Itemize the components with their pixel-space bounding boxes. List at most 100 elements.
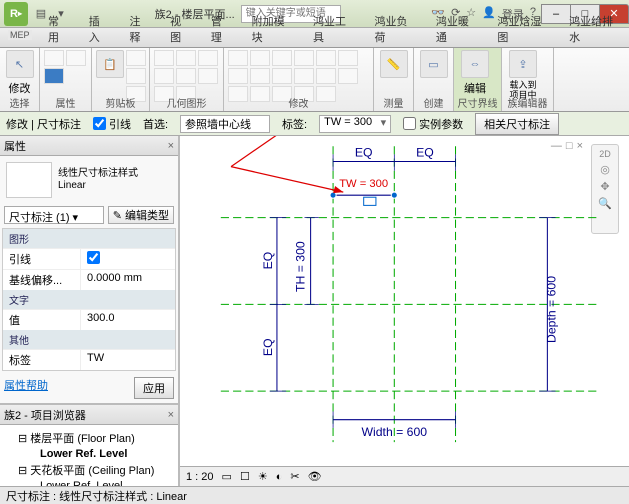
tab-hy-plumb[interactable]: 鸿业给排水: [561, 11, 629, 47]
app-menu-button[interactable]: R▸: [4, 2, 28, 26]
paste-icon: 📋: [96, 50, 124, 78]
geom-b1[interactable]: [176, 50, 196, 66]
tab-addins[interactable]: 附加模块: [244, 11, 301, 47]
pref-select[interactable]: 参照墙中心线: [180, 115, 270, 133]
rotate-icon[interactable]: [272, 50, 292, 66]
witness-icon: ⇔: [461, 50, 489, 78]
scale-label[interactable]: 1 : 20: [186, 471, 214, 483]
tab-hy-hvac[interactable]: 鸿业暖通: [428, 11, 485, 47]
drawing-canvas[interactable]: — □ × 2D ◎ ✥ 🔍 EQ EQ: [180, 136, 629, 486]
align-icon[interactable]: [228, 50, 248, 66]
svg-text:TH = 300: TH = 300: [293, 241, 307, 292]
copy-mod-icon[interactable]: [250, 68, 270, 84]
cope-icon[interactable]: [154, 50, 174, 66]
pin-icon[interactable]: [294, 68, 314, 84]
lock-icon[interactable]: [364, 197, 376, 205]
detail-level-icon[interactable]: ▭: [222, 470, 232, 483]
tab-manage[interactable]: 管理: [203, 11, 240, 47]
geom-b2[interactable]: [176, 68, 196, 84]
tab-home[interactable]: 常用: [40, 11, 77, 47]
canvas-svg: EQ EQ TW = 300 EQ EQ: [180, 136, 629, 473]
sun-path-icon[interactable]: ☀: [258, 470, 268, 483]
props-icon[interactable]: [44, 50, 64, 66]
group-other[interactable]: 其他: [3, 330, 175, 349]
shadows-icon[interactable]: ◐: [276, 471, 283, 483]
mod-e1[interactable]: [316, 50, 336, 66]
copy-icon[interactable]: [126, 68, 146, 84]
paste-button[interactable]: 📋: [96, 50, 124, 78]
load-icon: ⇪: [509, 50, 537, 78]
properties-panel: 属性 × 线性尺寸标注样式 Linear 尺寸标注 (1) ▾ ✎ 编辑类型 图…: [0, 136, 178, 403]
mod-e2[interactable]: [316, 68, 336, 84]
properties-header[interactable]: 属性 ×: [0, 136, 178, 156]
tab-insert[interactable]: 插入: [81, 11, 118, 47]
baseline-value[interactable]: 0.0000 mm: [81, 270, 175, 290]
mod-f2[interactable]: [338, 68, 358, 84]
instance-filter-select[interactable]: 尺寸标注 (1) ▾: [4, 206, 104, 224]
scale-icon[interactable]: [294, 50, 314, 66]
workspace: 属性 × 线性尺寸标注样式 Linear 尺寸标注 (1) ▾ ✎ 编辑类型 图…: [0, 136, 629, 486]
mirror-icon[interactable]: [250, 50, 270, 66]
type-props-icon[interactable]: [44, 68, 64, 84]
group-text[interactable]: 文字: [3, 290, 175, 309]
edit-type-button[interactable]: ✎ 编辑类型: [108, 206, 174, 224]
tree-ceilingplan[interactable]: ⊟ 天花板平面 (Ceiling Plan): [4, 461, 174, 479]
geom-c2[interactable]: [198, 68, 218, 84]
ribbon-panel-create: ▭ 创建: [414, 48, 454, 111]
props-btn2[interactable]: [66, 50, 86, 66]
tab-hy-load[interactable]: 鸿业负荷: [366, 11, 423, 47]
properties-help-link[interactable]: 属性帮助: [4, 377, 48, 399]
create-button[interactable]: ▭: [418, 50, 449, 78]
mod-f1[interactable]: [338, 50, 358, 66]
row-label: 标签 TW: [3, 349, 175, 370]
row-value: 值 300.0: [3, 309, 175, 330]
dim-th[interactable]: TH = 300: [293, 218, 318, 305]
ribbon-panel-modify: 修改: [224, 48, 374, 111]
ribbon: ↖修改 选择 属性 📋 剪贴板 几何图形 修改: [0, 48, 629, 112]
tree-ceiling-level[interactable]: Lower Ref. Level: [4, 479, 174, 486]
annotation-arrows: [231, 136, 343, 193]
hide-icon[interactable]: 👁: [308, 470, 322, 483]
svg-text:Width = 600: Width = 600: [361, 425, 427, 439]
label-field[interactable]: TW: [81, 350, 175, 370]
instance-param-checkbox[interactable]: 实例参数: [403, 116, 463, 132]
tab-annotate[interactable]: 注释: [121, 11, 158, 47]
cut-icon[interactable]: [126, 50, 146, 66]
edit-witness-button[interactable]: ⇔编辑: [458, 50, 492, 96]
left-dock: 属性 × 线性尺寸标注样式 Linear 尺寸标注 (1) ▾ ✎ 编辑类型 图…: [0, 136, 180, 486]
load-project-button[interactable]: ⇪载入到 项目中: [506, 50, 540, 100]
tab-hy-psych[interactable]: 鸿业焓湿图: [489, 11, 557, 47]
pref-label: 首选:: [143, 116, 168, 132]
pencil-icon: ✎: [113, 210, 122, 222]
label-select[interactable]: TW = 300 ▾: [319, 115, 391, 133]
tree-floorplan[interactable]: ⊟ 楼层平面 (Floor Plan): [4, 429, 174, 447]
visual-style-icon[interactable]: ☐: [240, 470, 250, 483]
svg-text:TW = 300: TW = 300: [339, 178, 388, 190]
view-control-bar: 1 : 20 ▭ ☐ ☀ ◐ ✂ 👁: [180, 466, 629, 486]
type-selector[interactable]: 线性尺寸标注样式 Linear: [0, 156, 178, 204]
cursor-icon: ↖: [6, 50, 34, 78]
move-icon[interactable]: [228, 68, 248, 84]
svg-text:Depth = 600: Depth = 600: [545, 276, 559, 343]
modify-button[interactable]: ↖修改: [4, 50, 35, 96]
leader-value-checkbox[interactable]: [81, 249, 175, 269]
tree-floorplan-level[interactable]: Lower Ref. Level: [4, 447, 174, 461]
property-grid: 图形 引线 基线偏移... 0.0000 mm 文字 值 300.0 其他 标签: [2, 228, 176, 371]
cut-geom-icon[interactable]: [154, 68, 174, 84]
ribbon-tabs: 常用 插入 注释 视图 管理 附加模块 鸿业工具 鸿业负荷 鸿业暖通 鸿业焓湿图…: [0, 28, 629, 48]
geom-c1[interactable]: [198, 50, 218, 66]
array-icon[interactable]: [272, 68, 292, 84]
type-preview-icon: [6, 162, 52, 198]
group-graphics[interactable]: 图形: [3, 229, 175, 248]
close-icon[interactable]: ×: [168, 409, 174, 421]
close-icon[interactable]: ×: [168, 140, 174, 152]
tab-hy-tools[interactable]: 鸿业工具: [305, 11, 362, 47]
apply-button[interactable]: 应用: [134, 377, 174, 399]
tab-view[interactable]: 视图: [162, 11, 199, 47]
crop-icon[interactable]: ✂: [290, 470, 299, 483]
browser-header[interactable]: 族2 - 项目浏览器 ×: [0, 405, 178, 425]
leader-checkbox[interactable]: 引线: [93, 116, 131, 132]
measure-button[interactable]: 📏: [378, 50, 409, 78]
value-field[interactable]: 300.0: [81, 310, 175, 330]
related-dims-button[interactable]: 相关尺寸标注: [475, 113, 559, 135]
